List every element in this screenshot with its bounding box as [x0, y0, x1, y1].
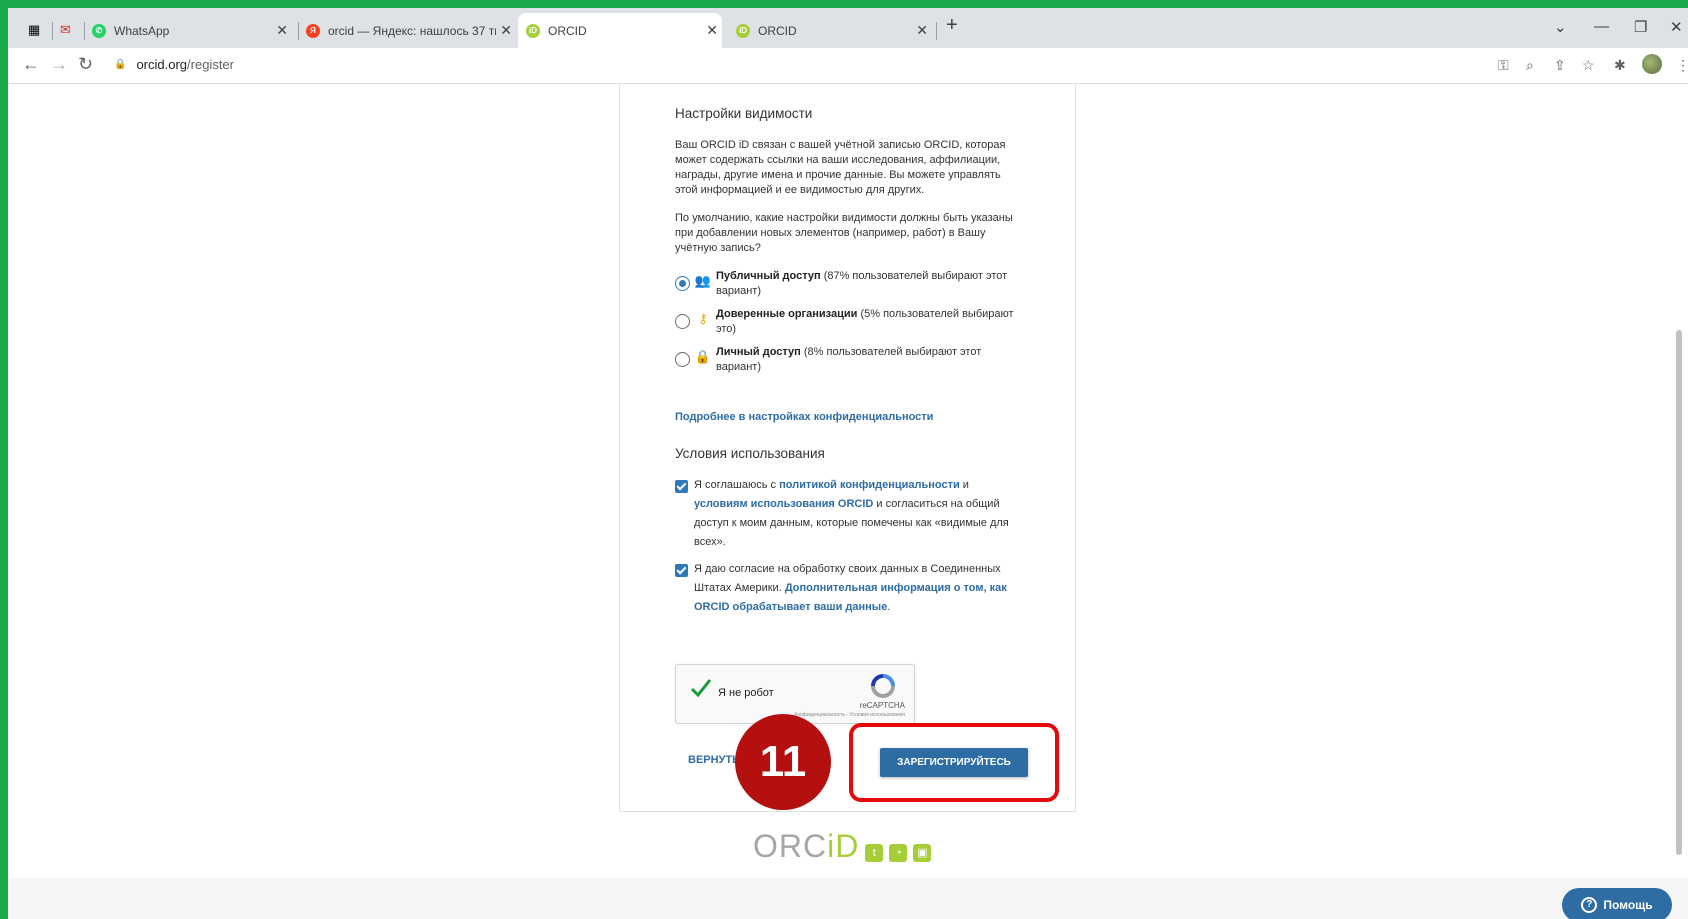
tab-separator [84, 22, 85, 40]
restore-icon[interactable]: ❐ [1634, 18, 1647, 36]
visibility-option-public[interactable]: 👥 Публичный доступ (87% пользователей вы… [675, 269, 1025, 299]
help-button[interactable]: ? Помощь [1562, 888, 1672, 919]
question-icon: ? [1581, 897, 1598, 913]
url-path: /register [187, 57, 234, 72]
privacy-settings-link[interactable]: Подробнее в настройках конфиденциальност… [675, 410, 1025, 425]
gmail-icon[interactable]: ✉ [60, 22, 71, 38]
lock-icon: 🔒 [694, 349, 712, 364]
whatsapp-icon: ✆ [92, 23, 106, 38]
lock-icon: 🔒 [114, 59, 127, 70]
visibility-intro: Ваш ORCID iD связан с вашей учётной запи… [675, 139, 1006, 196]
browser-toolbar: ← → ↻ 🔒 orcid.org/register ⚿ ⌕ ⇪ ☆ ✱ ⋮ [8, 48, 1688, 84]
tab-separator [936, 22, 937, 40]
tab-label: WhatsApp [114, 23, 170, 38]
captcha-brand: reCAPTCHA [859, 701, 905, 710]
consent-terms-text: Я соглашаюсь с политикой конфиденциально… [694, 479, 1009, 548]
privacy-policy-link[interactable]: политикой конфиденциальности [779, 479, 960, 491]
public-users-icon: 👥 [694, 273, 712, 288]
minimize-icon[interactable]: — [1594, 18, 1609, 35]
tab-search-icon[interactable]: ▦ [28, 22, 40, 38]
key-icon[interactable]: ⚿ [1498, 57, 1509, 74]
url-host: orcid.org [136, 57, 188, 72]
scrollbar[interactable] [1676, 330, 1682, 855]
orcid-logo: ORCiD [753, 828, 860, 864]
tab-label: orcid — Яндекс: нашлось 37 тыс [328, 23, 496, 38]
orcid-icon: iD [736, 23, 750, 38]
consent-data-text: Я даю согласие на обработку своих данных… [694, 563, 1007, 613]
help-label: Помощь [1603, 898, 1653, 912]
visibility-question: По умолчанию, какие настройки видимости … [675, 212, 1013, 254]
page-footer [8, 878, 1688, 919]
back-arrow-icon[interactable]: ← [22, 54, 40, 75]
orcid-icon: iD [526, 23, 540, 38]
tab-strip: ▦ ✉ ✆ WhatsApp ✕ Я orcid — Яндекс: нашло… [8, 8, 1688, 48]
visibility-option-private[interactable]: 🔒 Личный доступ (8% пользователей выбира… [675, 345, 1025, 375]
github-icon[interactable]: ▣ [913, 843, 932, 862]
tab-yandex[interactable]: Я orcid — Яндекс: нашлось 37 тыс ✕ [306, 13, 516, 48]
extensions-icon[interactable]: ✱ [1614, 57, 1626, 74]
star-icon[interactable]: ☆ [1582, 57, 1595, 74]
consent-terms[interactable]: Я соглашаюсь с политикой конфиденциально… [675, 476, 1025, 552]
check-icon[interactable] [690, 677, 712, 699]
twitter-icon[interactable]: t [865, 843, 884, 862]
yandex-icon: Я [306, 23, 320, 38]
close-icon[interactable]: ✕ [916, 22, 928, 39]
tab-list-chevron-icon[interactable]: ⌄ [1554, 18, 1567, 36]
close-icon[interactable]: ✕ [706, 22, 718, 39]
captcha-terms[interactable]: Конфиденциальность - Условия использован… [794, 712, 905, 718]
captcha-label: Я не робот [718, 687, 774, 699]
radio-private[interactable] [675, 352, 690, 367]
address-bar[interactable]: 🔒 orcid.org/register [114, 57, 234, 72]
profile-avatar[interactable] [1642, 54, 1662, 74]
share-icon[interactable]: ⇪ [1554, 57, 1566, 74]
rss-icon[interactable]: ◔ [889, 843, 908, 862]
tab-whatsapp[interactable]: ✆ WhatsApp ✕ [92, 13, 292, 48]
zoom-icon[interactable]: ⌕ [1526, 57, 1534, 74]
tab-label: ORCID [758, 23, 797, 38]
new-tab-button[interactable]: + [946, 14, 958, 37]
tab-separator [298, 22, 299, 40]
tab-orcid-active[interactable]: iD ORCID ✕ [518, 13, 722, 48]
browser-window: ▦ ✉ ✆ WhatsApp ✕ Я orcid — Яндекс: нашло… [0, 0, 1688, 919]
data-processing-checkbox[interactable] [675, 564, 688, 577]
register-card: Настройки видимости Ваш ORCID iD связан … [619, 84, 1076, 812]
terms-heading: Условия использования [675, 446, 825, 461]
page-content: Настройки видимости Ваш ORCID iD связан … [8, 84, 1688, 919]
visibility-option-trusted[interactable]: ⚷ Доверенные организации (5% пользовател… [675, 307, 1025, 337]
register-button[interactable]: ЗАРЕГИСТРИРУЙТЕСЬ [880, 748, 1028, 777]
step-marker: 11 [735, 714, 831, 810]
close-window-icon[interactable]: ✕ [1670, 18, 1683, 36]
menu-icon[interactable]: ⋮ [1676, 57, 1688, 74]
tab-label: ORCID [548, 23, 587, 38]
close-icon[interactable]: ✕ [500, 22, 512, 39]
visibility-heading: Настройки видимости [675, 106, 813, 121]
tab-separator [52, 22, 53, 40]
option-private-label: Личный доступ (8% пользователей выбирают… [716, 346, 982, 373]
close-icon[interactable]: ✕ [276, 22, 288, 39]
footer-logo[interactable]: ORCiD t ◔ ▣ [753, 828, 932, 865]
radio-trusted[interactable] [675, 314, 690, 329]
option-public-label: Публичный доступ (87% пользователей выби… [716, 270, 1008, 297]
radio-public[interactable] [675, 276, 690, 291]
terms-checkbox[interactable] [675, 480, 688, 493]
forward-arrow-icon[interactable]: → [50, 54, 68, 75]
terms-of-use-link[interactable]: условиям использования ORCID [694, 498, 873, 510]
key-icon: ⚷ [698, 311, 708, 326]
consent-data-processing[interactable]: Я даю согласие на обработку своих данных… [675, 560, 1025, 617]
recaptcha-logo-icon [871, 674, 895, 698]
tab-orcid[interactable]: iD ORCID ✕ [728, 13, 932, 48]
reload-icon[interactable]: ↻ [78, 54, 93, 75]
option-trusted-label: Доверенные организации (5% пользователей… [716, 308, 1014, 335]
